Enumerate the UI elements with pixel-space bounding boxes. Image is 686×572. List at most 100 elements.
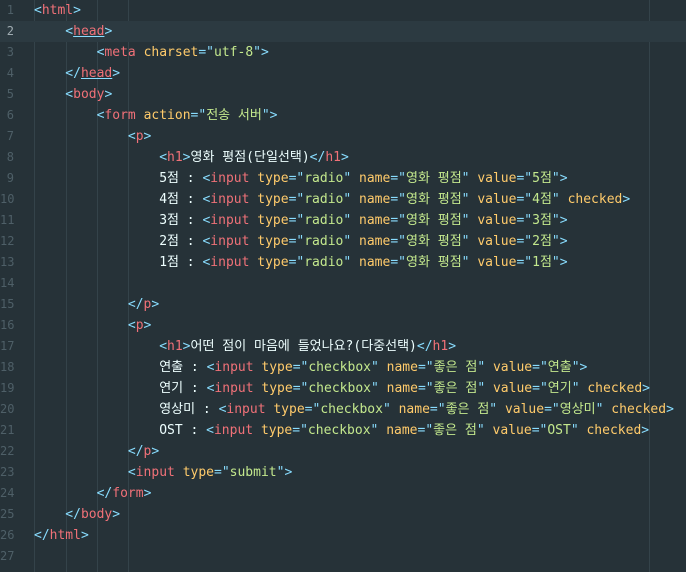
code-line[interactable]: 18 연출 : <input type="checkbox" name="좋은 점… <box>0 357 686 378</box>
string-token: 3점 <box>532 213 552 228</box>
punctuation-token: "> <box>551 171 568 186</box>
line-content: </head> <box>65 63 120 84</box>
line-number: 19 <box>0 381 15 395</box>
punctuation-token: =" <box>417 381 434 396</box>
line-number: 21 <box>0 423 15 437</box>
code-line[interactable]: 24 </form> <box>0 483 686 504</box>
punctuation-token: " <box>489 402 498 417</box>
line-content: 영상미 : <input type="checkbox" name="좋은 점"… <box>159 399 674 420</box>
string-token: checkbox <box>308 381 371 396</box>
line-number: 13 <box>0 255 15 269</box>
code-line[interactable]: 4 </head> <box>0 63 686 84</box>
attribute-token: type <box>257 192 289 207</box>
punctuation-token: =" <box>532 381 548 396</box>
code-line[interactable]: 27 <box>0 546 686 567</box>
attribute-token: charset <box>143 45 199 60</box>
tag-token: p <box>135 129 144 144</box>
attribute-token: name <box>359 255 391 270</box>
punctuation-token: < <box>159 150 168 165</box>
punctuation-token: > <box>151 297 160 312</box>
attribute-token: name <box>359 234 391 249</box>
string-token: 영화 평점 <box>406 171 462 186</box>
line-content: <form action="전송 서버"> <box>97 105 278 126</box>
line-number: 18 <box>0 360 15 374</box>
string-token: 전송 서버 <box>206 108 262 123</box>
code-line[interactable]: 15 </p> <box>0 294 686 315</box>
code-line[interactable]: 1 <html> <box>0 0 686 21</box>
punctuation-token: > <box>448 339 457 354</box>
code-line[interactable]: 9 5점 : <input type="radio" name="영화 평점" v… <box>0 168 686 189</box>
punctuation-token: > <box>104 87 113 102</box>
line-content: </html> <box>34 525 89 546</box>
line-number: 8 <box>6 150 14 164</box>
line-content: 연출 : <input type="checkbox" name="좋은 점" … <box>159 357 587 378</box>
punctuation-token: > <box>151 444 160 459</box>
line-content: 1점 : <input type="radio" name="영화 평점" va… <box>159 252 567 273</box>
punctuation-token: =" <box>544 402 560 417</box>
punctuation-token: > <box>143 129 152 144</box>
code-line[interactable]: 6 <form action="전송 서버"> <box>0 105 686 126</box>
line-content: </body> <box>65 504 120 525</box>
tag-token: p <box>135 318 144 333</box>
code-line[interactable]: 16 <p> <box>0 315 686 336</box>
string-token: submit <box>229 465 277 480</box>
punctuation-token: "> <box>261 108 278 123</box>
attribute-token: type <box>257 213 289 228</box>
punctuation-token: > <box>666 402 674 417</box>
code-line[interactable]: 8 <h1>영화 평점(단일선택)</h1> <box>0 147 686 168</box>
code-line[interactable]: 3 <meta charset="utf-8"> <box>0 42 686 63</box>
punctuation-token: </ <box>65 66 81 81</box>
code-line[interactable]: 2 <head> <box>0 21 686 42</box>
tag-token: input <box>210 234 250 249</box>
punctuation-token: < <box>127 318 136 333</box>
code-line[interactable]: 20 영상미 : <input type="checkbox" name="좋은 … <box>0 399 686 420</box>
punctuation-token: " <box>571 381 580 396</box>
line-number: 23 <box>0 465 15 479</box>
attribute-token: name <box>398 402 430 417</box>
code-line[interactable]: 5 <body> <box>0 84 686 105</box>
punctuation-token: =" <box>390 192 406 207</box>
line-content: <body> <box>65 84 112 105</box>
code-line[interactable]: 12 2점 : <input type="radio" name="영화 평점" … <box>0 231 686 252</box>
punctuation-token: =" <box>292 360 309 375</box>
string-token: 좋은 점 <box>433 360 478 375</box>
punctuation-token: =" <box>390 234 406 249</box>
code-line[interactable]: 11 3점 : <input type="radio" name="영화 평점" … <box>0 210 686 231</box>
punctuation-token: > <box>340 150 349 165</box>
line-number: 17 <box>0 339 15 353</box>
attribute-token: type <box>273 402 305 417</box>
code-line[interactable]: 22 </p> <box>0 441 686 462</box>
code-line[interactable]: 10 4점 : <input type="radio" name="영화 평점" … <box>0 189 686 210</box>
tag-token: body <box>80 507 113 522</box>
attribute-token: type <box>261 381 293 396</box>
string-token: radio <box>304 171 344 186</box>
line-number: 20 <box>0 402 15 416</box>
code-line[interactable]: 13 1점 : <input type="radio" name="영화 평점" … <box>0 252 686 273</box>
code-line[interactable]: 26 </html> <box>0 525 686 546</box>
code-line[interactable]: 25 </body> <box>0 504 686 525</box>
text-token: 영화 평점(단일선택) <box>190 150 310 165</box>
code-line[interactable]: 14 <box>0 273 686 294</box>
punctuation-token: =" <box>516 234 533 249</box>
punctuation-token: =" <box>288 192 305 207</box>
line-content: </p> <box>128 294 159 315</box>
attribute-token: checked <box>586 423 642 438</box>
line-content: </form> <box>97 483 152 504</box>
attribute-token: type <box>257 234 289 249</box>
code-line[interactable]: 21 OST : <input type="checkbox" name="좋은 … <box>0 420 686 441</box>
code-line[interactable]: 7 <p> <box>0 126 686 147</box>
code-line[interactable]: 17 <h1>어떤 점이 마음에 들었나요?(다중선택)</h1> <box>0 336 686 357</box>
punctuation-token: =" <box>532 360 548 375</box>
code-line[interactable]: 23 <input type="submit"> <box>0 462 686 483</box>
punctuation-token: > <box>641 423 650 438</box>
string-token: radio <box>304 234 344 249</box>
code-line[interactable]: 19 연기 : <input type="checkbox" name="좋은 점… <box>0 378 686 399</box>
string-token: 2점 <box>532 234 552 249</box>
string-token: 4점 <box>532 192 552 207</box>
line-number: 12 <box>0 234 15 248</box>
code-editor[interactable]: 1 <html> 2 <head> 3 <meta charset="utf-8"> 4 </… <box>0 0 686 572</box>
